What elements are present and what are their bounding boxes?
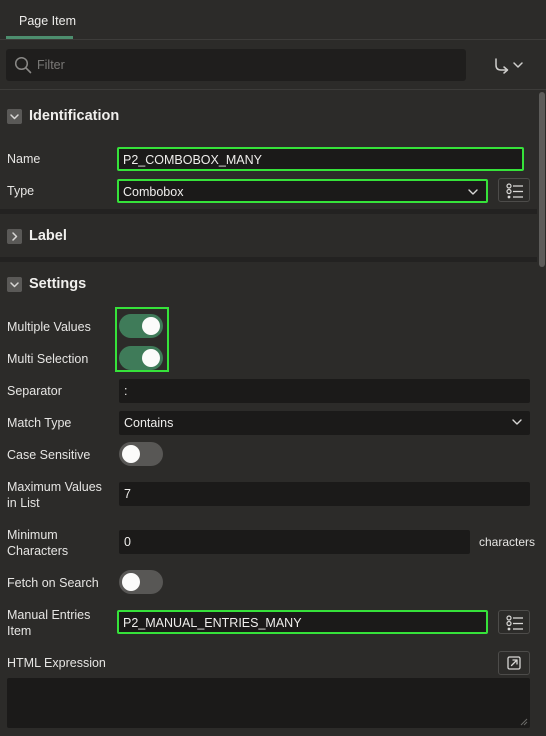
min-chars-suffix: characters [479,535,536,549]
match-type-label: Match Type [7,416,72,430]
html-expression-label: HTML Expression [7,656,106,670]
filter-input[interactable] [37,49,457,81]
go-to-group-button[interactable] [488,53,530,77]
fetch-on-search-toggle[interactable] [119,570,163,594]
type-label: Type [7,184,35,198]
section-label[interactable]: Label [0,214,537,258]
expand-icon [507,656,521,670]
manual-entries-label: Manual Entries Item [7,607,90,639]
toggle-highlight-box [115,307,169,372]
chevron-down-icon [512,419,522,425]
section-title-identification: Identification [29,108,120,124]
manual-entries-list-button[interactable] [498,610,530,634]
manual-entries-label-line2: Item [7,624,32,638]
list-icon [506,183,523,199]
type-select[interactable]: Combobox [117,179,488,203]
type-list-button[interactable] [498,178,530,202]
filter-field[interactable] [6,49,466,81]
type-select-value: Combobox [123,185,184,199]
tab-page-item[interactable]: Page Item [6,0,89,40]
html-expression-expand-button[interactable] [498,651,530,675]
resize-handle-icon[interactable] [520,718,528,726]
toggle-knob [122,445,140,463]
multiple-values-label: Multiple Values [7,320,91,334]
min-chars-label-line1: Minimum [7,528,58,542]
max-values-label-line2: in List [7,496,40,510]
chevron-down-icon [7,277,22,292]
min-chars-label-line2: Characters [7,544,69,558]
multi-selection-label: Multi Selection [7,352,89,366]
fetch-on-search-label: Fetch on Search [7,576,99,590]
active-tab-indicator [6,36,73,39]
min-chars-label: Minimum Characters [7,527,68,559]
min-chars-field[interactable]: 0 [119,530,470,554]
section-settings[interactable]: Settings [0,262,537,306]
scrollbar-thumb[interactable] [539,92,545,267]
name-field[interactable]: P2_COMBOBOX_MANY [117,147,524,171]
list-icon [506,615,523,631]
max-values-label: Maximum Values in List [7,479,102,511]
html-expression-textarea[interactable] [7,678,530,728]
match-type-select[interactable]: Contains [119,411,530,435]
section-title-label: Label [29,228,67,244]
section-identification[interactable]: Identification [0,94,537,138]
manual-entries-label-line1: Manual Entries [7,608,91,622]
chevron-down-icon [468,189,478,195]
chevron-down-icon [7,109,22,124]
chevron-right-icon [7,229,22,244]
toggle-knob [122,573,140,591]
search-icon [14,56,32,74]
tab-bar: Page Item [0,0,546,40]
separator-field[interactable]: : [119,379,530,403]
name-label: Name [7,152,41,166]
max-values-field[interactable]: 7 [119,482,530,506]
separator-label: Separator [7,384,62,398]
section-title-settings: Settings [29,276,87,292]
match-type-select-value: Contains [124,416,174,430]
filter-bar [0,41,546,90]
case-sensitive-toggle[interactable] [119,442,163,466]
manual-entries-field[interactable]: P2_MANUAL_ENTRIES_MANY [117,610,488,634]
max-values-label-line1: Maximum Values [7,480,102,494]
case-sensitive-label: Case Sensitive [7,448,91,462]
